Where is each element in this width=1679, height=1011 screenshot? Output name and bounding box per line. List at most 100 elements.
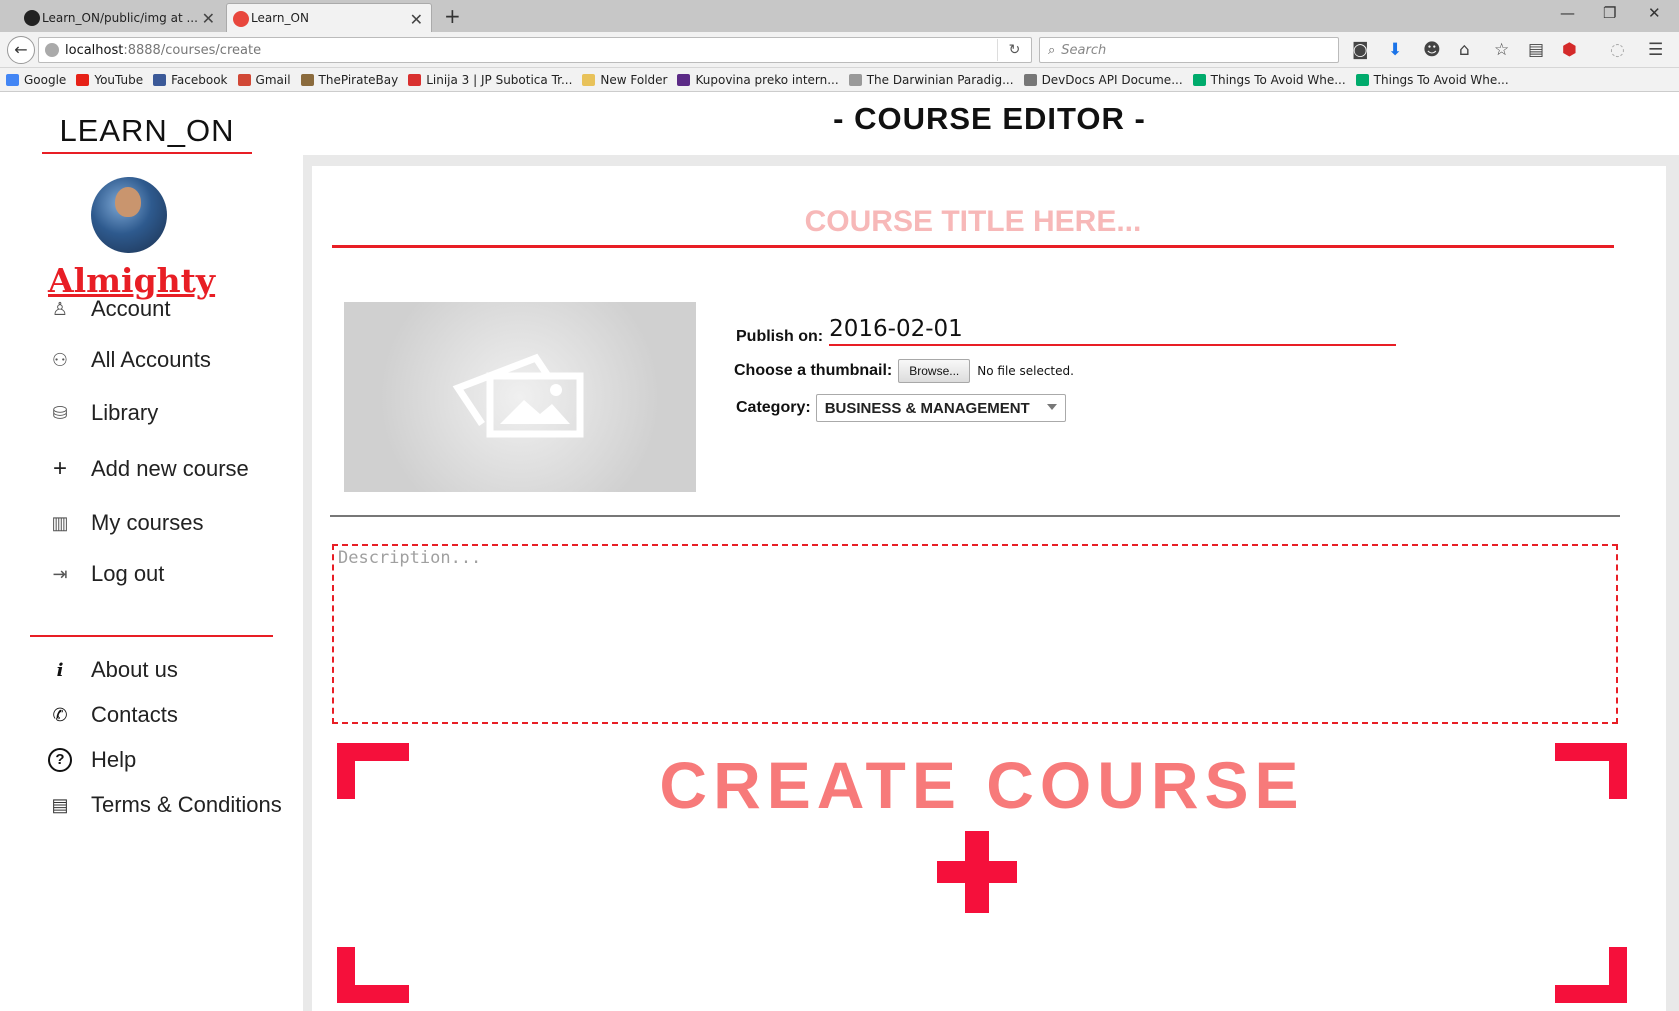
close-icon[interactable]: ✕ [410,10,423,29]
thumbnail-label: Choose a thumbnail: [734,362,893,379]
tab-label: Learn_ON [251,11,309,25]
reading-list-icon[interactable]: ▤ [1528,40,1544,60]
reload-icon[interactable]: ↻ [997,39,1031,61]
sidebar-item-label: Add new course [91,456,249,481]
sidebar-item-all-accounts[interactable]: ⚇ All Accounts [48,343,211,377]
users-icon: ⚇ [51,349,69,370]
home-icon[interactable]: ⌂ [1459,40,1470,60]
sidebar-item-label: My courses [91,510,204,535]
browser-search-input[interactable]: ⌕ Search [1039,37,1339,63]
corner-bracket-bottom-right [1555,947,1627,1003]
browse-button[interactable]: Browse... [898,359,971,383]
tab-learn-on[interactable]: Learn_ON ✕ [226,3,432,32]
sidebar-item-label: Account [91,296,171,321]
gmail-icon [237,73,251,86]
bookmark-medium-2[interactable]: Things To Avoid Whe... [1355,73,1509,87]
document-icon: ▤ [51,794,69,815]
minimize-icon[interactable]: — [1560,4,1575,22]
medium-icon [1192,73,1206,86]
page-title: - COURSE EDITOR - [833,101,1146,136]
sidebar: LEARN_ON Almighty ♙ Account ⚇ All Accoun… [0,93,300,1011]
sidebar-item-library[interactable]: ⛁ Library [48,396,158,430]
publish-date-input[interactable]: 2016-02-01 [829,316,1396,346]
course-title-input[interactable] [332,198,1614,248]
thumbnail-row: Choose a thumbnail: Browse... No file se… [734,359,1074,383]
sidebar-item-about-us[interactable]: i About us [48,653,178,687]
corner-bracket-bottom-left [337,947,409,1003]
bookmark-darwinian[interactable]: The Darwinian Paradig... [848,73,1014,87]
category-select[interactable]: BUSINESS & MANAGEMENT [815,394,1066,422]
sync-icon[interactable]: ◌ [1610,40,1625,60]
search-icon: ⌕ [1048,42,1056,58]
sidebar-item-account[interactable]: ♙ Account [48,292,171,326]
sidebar-item-my-courses[interactable]: ▥ My courses [48,506,203,540]
description-textarea[interactable] [332,544,1618,724]
sidebar-item-contacts[interactable]: ✆ Contacts [48,698,177,732]
google-icon [6,73,19,86]
medium-icon [1355,73,1369,86]
create-course-label: CREATE COURSE [659,748,1305,822]
back-arrow-icon[interactable]: ← [7,36,35,64]
course-form-card: Publish on: 2016-02-01 Choose a thumbnai… [312,166,1666,1011]
adblock-icon[interactable]: ⬢ [1562,40,1577,60]
page: LEARN_ON Almighty ♙ Account ⚇ All Accoun… [0,93,1679,1011]
new-tab-icon[interactable]: + [444,4,461,28]
globe-icon [848,73,862,86]
bookmark-medium-1[interactable]: Things To Avoid Whe... [1192,73,1346,87]
brand-underline [42,152,252,154]
image-placeholder-icon [452,353,584,438]
download-icon[interactable]: ⬇ [1388,40,1402,60]
plus-icon-bar [937,861,1017,883]
shop-icon [677,73,691,86]
bookmark-thepiratebay[interactable]: ThePirateBay [300,73,398,87]
sidebar-divider [30,635,273,637]
sidebar-item-log-out[interactable]: ⇥ Log out [48,557,164,591]
category-row: Category: BUSINESS & MANAGEMENT [736,394,1066,422]
plus-icon: + [52,455,67,482]
devdocs-icon [1023,73,1037,86]
hamburger-menu-icon[interactable]: ☰ [1648,40,1663,60]
tab-label: Learn_ON/public/img at ... [42,10,198,25]
sidebar-item-add-new-course[interactable]: + Add new course [48,452,249,486]
bookmarks-bar: Google YouTube Facebook Gmail ThePirateB… [0,68,1679,92]
bookmark-new-folder[interactable]: New Folder [582,73,667,87]
create-course-button[interactable]: CREATE COURSE [337,743,1627,1003]
sidebar-item-label: Terms & Conditions [91,792,282,817]
bookmark-facebook[interactable]: Facebook [153,73,228,87]
brand-logo[interactable]: LEARN_ON [42,113,252,149]
url-host: localhost [65,42,124,58]
avatar[interactable] [91,177,167,253]
bookmark-youtube[interactable]: YouTube [76,73,143,87]
logout-icon: ⇥ [52,563,68,584]
sidebar-item-label: Help [91,747,137,772]
search-placeholder: Search [1061,42,1107,58]
hello-icon[interactable]: ☻ [1423,40,1441,60]
folder-icon [582,73,596,86]
bookmark-gmail[interactable]: Gmail [237,73,291,87]
close-icon[interactable]: ✕ [202,9,215,28]
github-icon [24,10,40,26]
publish-row: Publish on: 2016-02-01 [736,316,1396,346]
sidebar-item-label: About us [91,657,178,682]
sidebar-item-label: Library [91,400,159,425]
sidebar-item-terms[interactable]: ▤ Terms & Conditions [48,788,282,822]
restore-icon[interactable]: ❐ [1603,4,1616,22]
tab-github[interactable]: Learn_ON/public/img at ... ✕ [18,3,223,32]
pocket-icon[interactable]: ◙ [1352,40,1369,60]
browser-tabstrip: Learn_ON/public/img at ... ✕ Learn_ON ✕ … [0,0,1679,32]
bookmark-devdocs[interactable]: DevDocs API Docume... [1023,73,1183,87]
books-icon: ▥ [51,512,69,533]
address-bar[interactable]: localhost:8888/courses/create ↻ [38,37,1032,63]
window-close-icon[interactable]: ✕ [1648,4,1661,22]
thumbnail-preview [344,302,696,492]
bookmark-linija-3[interactable]: Linija 3 | JP Subotica Tr... [408,73,572,87]
info-icon: i [56,659,64,681]
bookmark-star-icon[interactable]: ☆ [1494,40,1509,60]
user-icon: ♙ [51,298,69,319]
url-path: :8888/courses/create [123,42,262,58]
sidebar-item-help[interactable]: ? Help [48,743,136,777]
bookmark-kupovina[interactable]: Kupovina preko intern... [677,73,839,87]
category-label: Category: [736,399,811,416]
phone-icon: ✆ [52,704,68,725]
bookmark-google[interactable]: Google [6,73,66,87]
